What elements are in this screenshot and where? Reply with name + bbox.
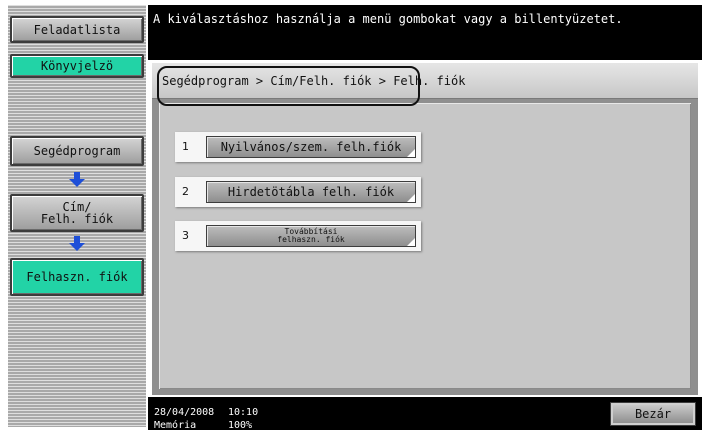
arrow-down-icon bbox=[69, 236, 85, 251]
arrow-down-icon bbox=[69, 172, 85, 187]
option-row-3[interactable]: 3 Továbbítási felhaszn. fiók bbox=[175, 221, 421, 251]
nav-utility-button[interactable]: Segédprogram bbox=[10, 136, 144, 166]
main-panel: Segédprogram > Cím/Felh. fiók > Felh. fi… bbox=[152, 63, 698, 395]
options-area: 1 Nyilvános/szem. felh.fiók 2 Hirdetötáb… bbox=[159, 103, 691, 389]
option-row-2[interactable]: 2 Hirdetötábla felh. fiók bbox=[175, 177, 421, 207]
breadcrumb: Segédprogram > Cím/Felh. fiók > Felh. fi… bbox=[162, 74, 466, 88]
message-bar: A kiválasztáshoz használja a menü gombok… bbox=[148, 5, 702, 60]
bookmark-label: Könyvjelzö bbox=[40, 59, 114, 73]
option-label: Hirdetötábla felh. fiók bbox=[227, 185, 395, 199]
option-label: Nyilvános/szem. felh.fiók bbox=[220, 140, 402, 154]
bookmark-button[interactable]: Könyvjelzö bbox=[10, 54, 144, 78]
instruction-message: A kiválasztáshoz használja a menü gombok… bbox=[153, 12, 623, 26]
nav-user-account-button[interactable]: Felhaszn. fiók bbox=[10, 258, 144, 296]
status-bar: 28/04/2008 10:10 Memória 100% Bezár bbox=[148, 397, 702, 431]
memory-value: 100% bbox=[228, 420, 253, 431]
close-label: Bezár bbox=[634, 407, 672, 421]
option-row-1[interactable]: 1 Nyilvános/szem. felh.fiók bbox=[175, 132, 421, 162]
status-time: 10:10 bbox=[228, 407, 259, 418]
nav-address-account-label: Cím/ Felh. fiók bbox=[40, 200, 114, 226]
memory-label: Memória bbox=[154, 420, 197, 431]
nav-address-account-button[interactable]: Cím/ Felh. fiók bbox=[10, 194, 144, 232]
option-number: 3 bbox=[182, 229, 189, 242]
option-relay-account-button[interactable]: Továbbítási felhaszn. fiók bbox=[206, 225, 416, 247]
breadcrumb-bar: Segédprogram > Cím/Felh. fiók > Felh. fi… bbox=[152, 63, 698, 99]
option-public-personal-account-button[interactable]: Nyilvános/szem. felh.fiók bbox=[206, 136, 416, 158]
option-label: Továbbítási felhaszn. fiók bbox=[277, 227, 345, 244]
task-list-button[interactable]: Feladatlista bbox=[10, 16, 144, 43]
option-number: 2 bbox=[182, 185, 189, 198]
status-date: 28/04/2008 bbox=[154, 407, 215, 418]
nav-user-account-label: Felhaszn. fiók bbox=[26, 270, 128, 284]
option-bulletin-account-button[interactable]: Hirdetötábla felh. fiók bbox=[206, 181, 416, 203]
nav-utility-label: Segédprogram bbox=[33, 144, 121, 158]
main-area: A kiválasztáshoz használja a menü gombok… bbox=[148, 5, 702, 431]
option-number: 1 bbox=[182, 140, 189, 153]
sidebar: Feladatlista Könyvjelzö Segédprogram Cím… bbox=[8, 5, 146, 427]
close-button[interactable]: Bezár bbox=[610, 402, 696, 426]
task-list-label: Feladatlista bbox=[33, 22, 121, 37]
